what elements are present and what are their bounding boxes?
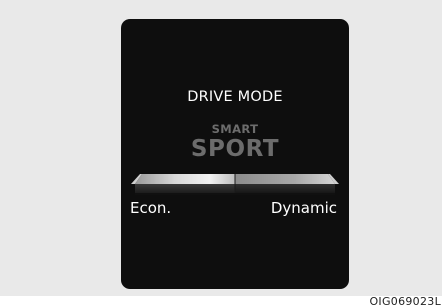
figure-frame: DRIVE MODE SMART SPORT Econ. Dynamic — [0, 0, 442, 296]
drive-mode-gauge — [131, 171, 339, 201]
mode-small-label: SMART — [211, 122, 259, 136]
dynamic-label: Dynamic — [270, 199, 337, 217]
drive-mode-title: DRIVE MODE — [187, 89, 283, 105]
gauge-left-segment — [135, 174, 235, 184]
image-code-label: OIG069023L — [369, 295, 441, 308]
gauge-right-segment — [235, 174, 335, 184]
drive-mode-gauge-graphic — [131, 174, 339, 195]
mode-large-label: SPORT — [190, 136, 280, 162]
cluster-display-screen: DRIVE MODE SMART SPORT Econ. Dynamic — [121, 19, 349, 289]
econ-label: Econ. — [130, 199, 172, 217]
